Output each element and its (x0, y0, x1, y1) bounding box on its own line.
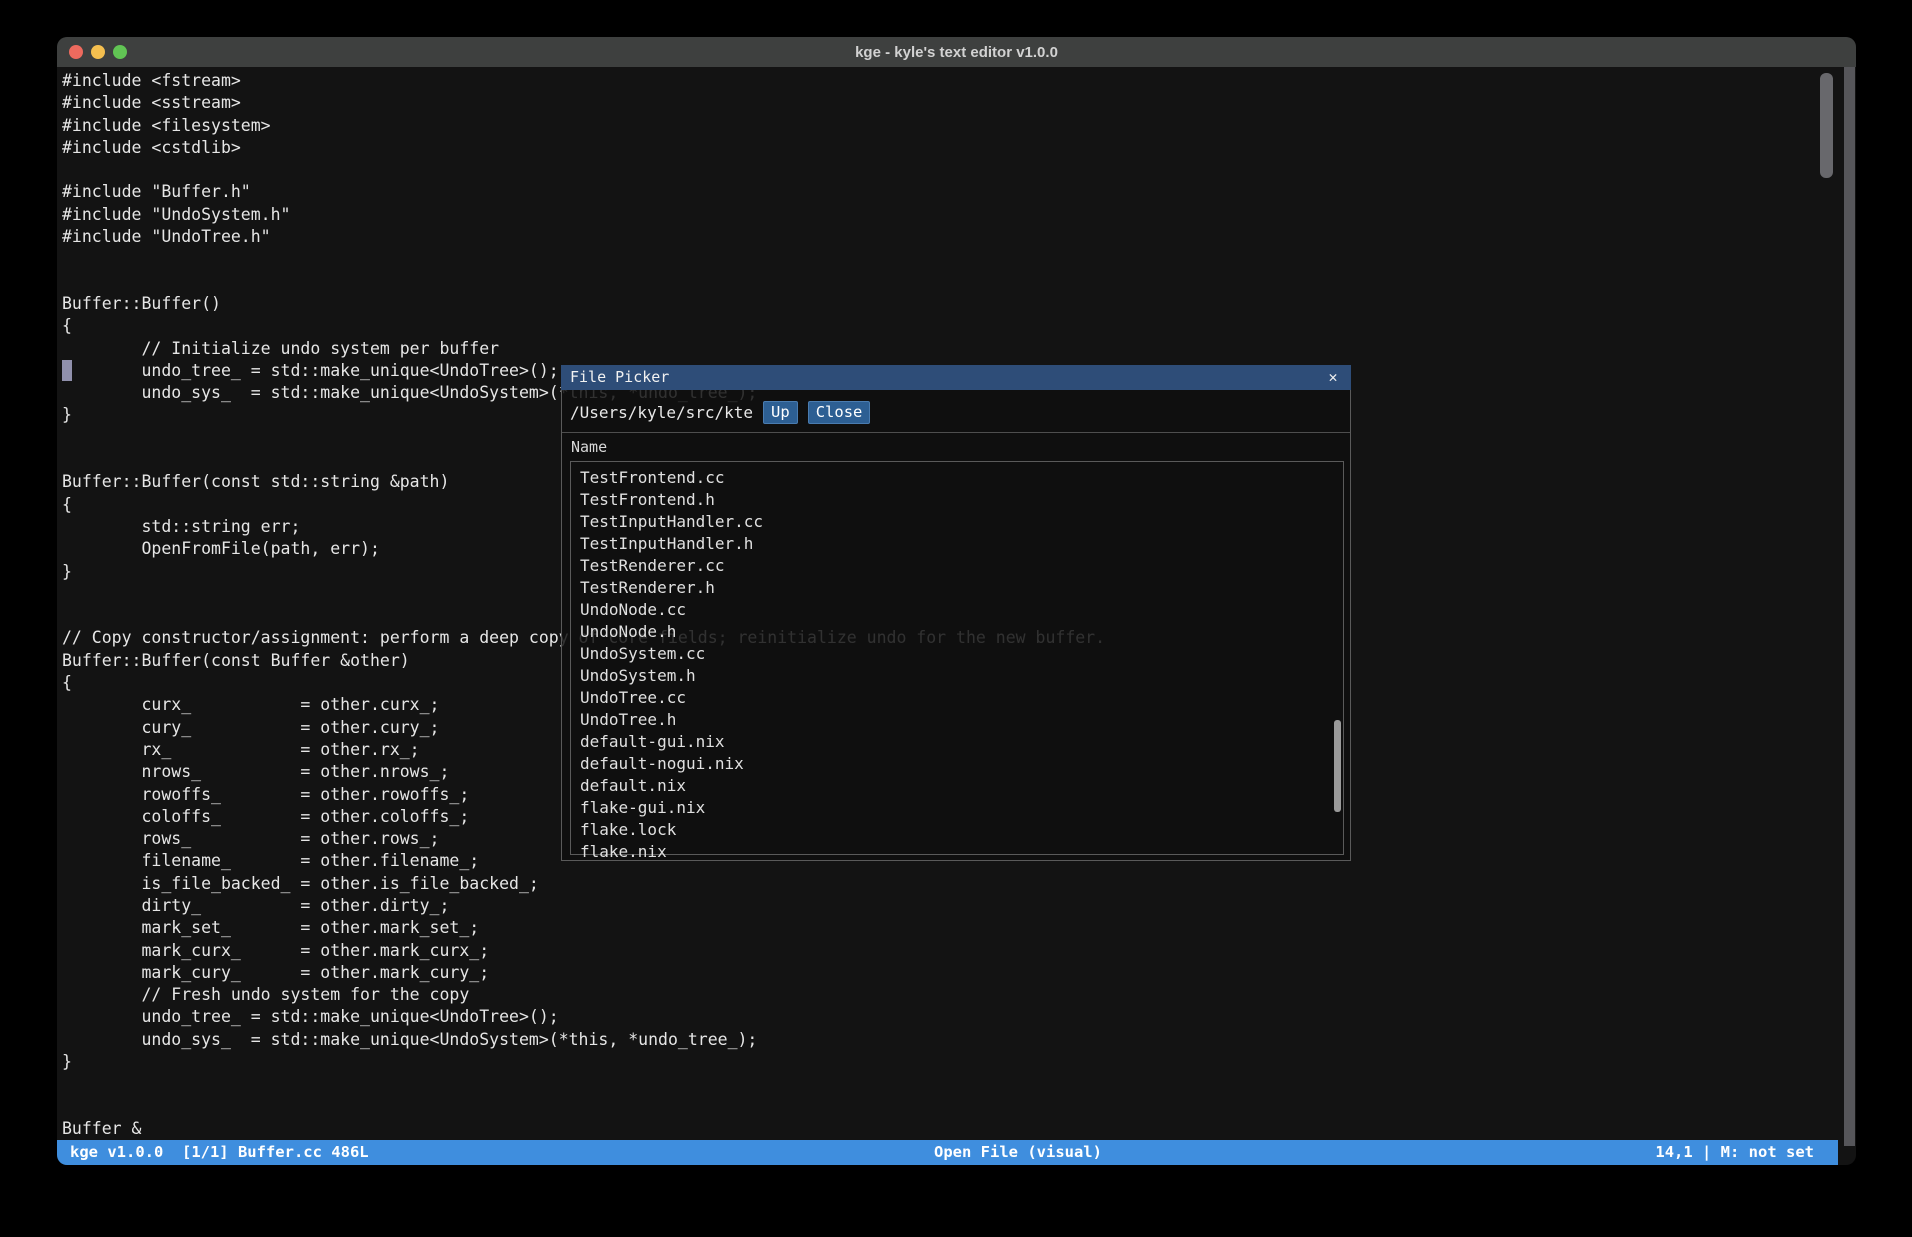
up-button[interactable]: Up (763, 401, 798, 424)
code-line: // Initialize undo system per buffer (62, 338, 1856, 360)
code-line: #include "UndoSystem.h" (62, 204, 1856, 226)
code-line: is_file_backed_ = other.is_file_backed_; (62, 873, 1856, 895)
code-line: undo_sys_ = std::make_unique<UndoSystem>… (62, 1029, 1856, 1051)
code-line: #include "UndoTree.h" (62, 226, 1856, 248)
current-path: /Users/kyle/src/kte (570, 403, 753, 422)
file-list-item[interactable]: UndoTree.h (571, 709, 1343, 731)
file-list-item[interactable]: UndoSystem.h (571, 665, 1343, 687)
code-line (62, 1096, 1856, 1118)
file-list-item[interactable]: default-nogui.nix (571, 753, 1343, 775)
column-header-name: Name (571, 438, 607, 456)
code-line: Buffer::Buffer() (62, 293, 1856, 315)
code-line: // Fresh undo system for the copy (62, 984, 1856, 1006)
file-list-item[interactable]: flake-gui.nix (571, 797, 1343, 819)
window-titlebar: kge - kyle's text editor v1.0.0 (57, 37, 1856, 67)
code-line: mark_cury_ = other.mark_cury_; (62, 962, 1856, 984)
code-line: #include "Buffer.h" (62, 181, 1856, 203)
file-list-item[interactable]: UndoTree.cc (571, 687, 1343, 709)
status-file-info: kge v1.0.0 [1/1] Buffer.cc 486L (70, 1143, 369, 1161)
code-line: dirty_ = other.dirty_; (62, 895, 1856, 917)
code-line: Buffer & (62, 1118, 1856, 1140)
code-line (62, 271, 1856, 293)
code-line (62, 1073, 1856, 1095)
code-line: mark_curx_ = other.mark_curx_; (62, 940, 1856, 962)
file-picker-dialog: File Picker ✕ /Users/kyle/src/kte Up Clo… (561, 365, 1351, 861)
file-list-item[interactable]: TestRenderer.h (571, 577, 1343, 599)
file-list-item[interactable]: TestInputHandler.h (571, 533, 1343, 555)
file-list-scrollbar-thumb[interactable] (1334, 720, 1341, 812)
path-row: /Users/kyle/src/kte Up Close (570, 399, 870, 425)
file-list-item[interactable]: default-gui.nix (571, 731, 1343, 753)
text-cursor (62, 360, 72, 381)
code-line: #include <sstream> (62, 92, 1856, 114)
code-line (62, 248, 1856, 270)
window-title: kge - kyle's text editor v1.0.0 (57, 37, 1856, 67)
file-list-item[interactable]: flake.lock (571, 819, 1343, 841)
status-bar: kge v1.0.0 [1/1] Buffer.cc 486L Open Fil… (57, 1140, 1838, 1165)
status-mode: Open File (visual) (934, 1143, 1102, 1161)
code-line: { (62, 315, 1856, 337)
code-line: } (62, 1051, 1856, 1073)
code-line (62, 159, 1856, 181)
file-list-item[interactable]: TestInputHandler.cc (571, 511, 1343, 533)
file-picker-title: File Picker (570, 368, 669, 386)
code-line: #include <filesystem> (62, 115, 1856, 137)
editor-scrollbar-thumb[interactable] (1820, 73, 1833, 178)
file-list-item[interactable]: default.nix (571, 775, 1343, 797)
close-button[interactable]: Close (808, 401, 871, 424)
file-list: TestFrontend.ccTestFrontend.hTestInputHa… (570, 461, 1344, 855)
code-line: mark_set_ = other.mark_set_; (62, 917, 1856, 939)
file-list-item[interactable]: flake.nix (571, 841, 1343, 863)
code-line: #include <cstdlib> (62, 137, 1856, 159)
file-list-items: TestFrontend.ccTestFrontend.hTestInputHa… (571, 462, 1343, 863)
file-list-item[interactable]: TestRenderer.cc (571, 555, 1343, 577)
file-list-item[interactable]: UndoNode.cc (571, 599, 1343, 621)
divider (562, 432, 1350, 433)
file-picker-titlebar: File Picker ✕ (561, 365, 1351, 390)
file-list-item[interactable]: TestFrontend.h (571, 489, 1343, 511)
file-list-item[interactable]: TestFrontend.cc (571, 467, 1343, 489)
close-icon[interactable]: ✕ (1324, 365, 1342, 390)
status-cursor-info: 14,1 | M: not set (1655, 1143, 1814, 1161)
file-list-item[interactable]: UndoSystem.cc (571, 643, 1343, 665)
code-line: #include <fstream> (62, 70, 1856, 92)
code-line: undo_tree_ = std::make_unique<UndoTree>(… (62, 1006, 1856, 1028)
editor-scrollbar-track[interactable] (1844, 67, 1855, 1146)
file-list-item[interactable]: UndoNode.h (571, 621, 1343, 643)
